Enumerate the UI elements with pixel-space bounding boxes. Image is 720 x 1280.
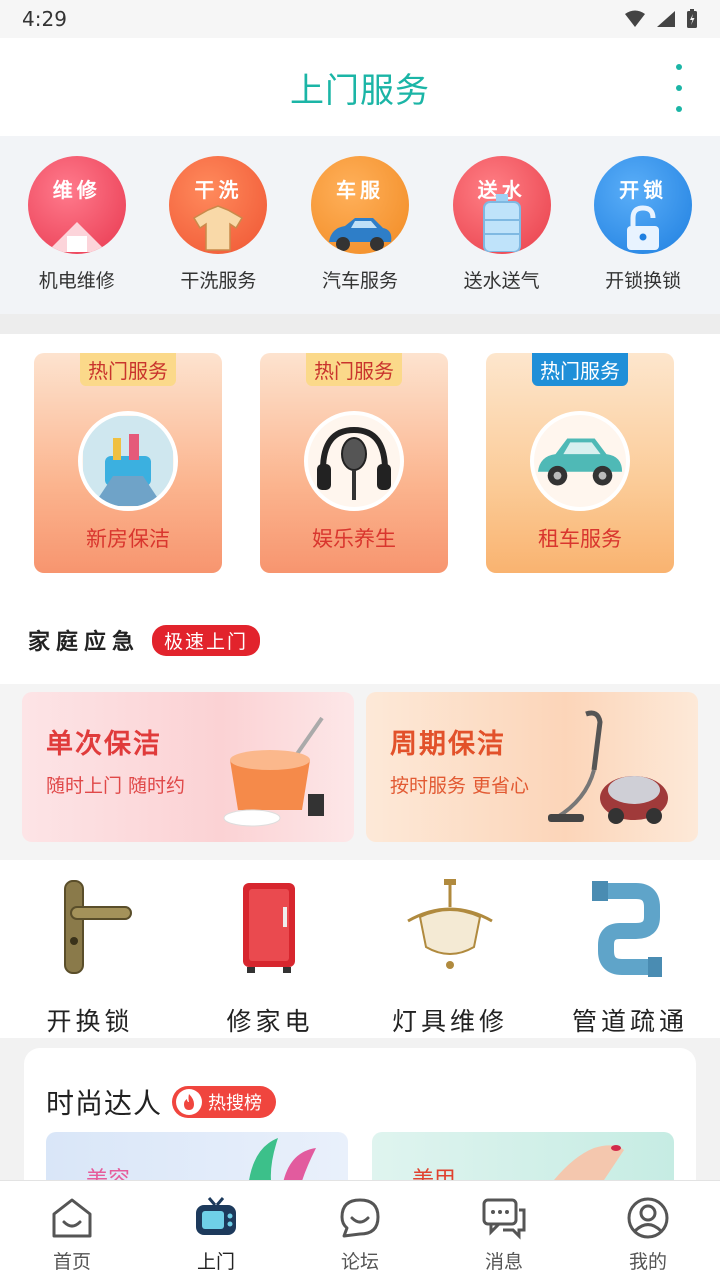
hot-label: 娱乐养生 xyxy=(312,527,396,551)
hot-tag: 热门服务 xyxy=(80,353,176,386)
nav-label: 首页 xyxy=(52,1251,91,1273)
hot-services: 热门服务 新房保洁 热门服务 娱乐养生 热门服务 租车服务 xyxy=(0,334,720,604)
category-badge: 开锁 xyxy=(619,178,668,202)
tv-icon xyxy=(196,1197,236,1235)
vacuum-cleaner-icon xyxy=(548,710,668,824)
signal-icon xyxy=(657,11,675,27)
hot-tag: 热门服务 xyxy=(306,353,402,386)
single-cleaning-card[interactable]: 单次保洁 随时上门 随时约 xyxy=(22,692,354,842)
tool-label: 开换锁 xyxy=(46,1007,134,1036)
tool-appliance-repair[interactable]: 修家电 xyxy=(180,862,360,1038)
tool-pipe-unclog[interactable]: 管道疏通 xyxy=(540,862,720,1038)
category-label: 机电维修 xyxy=(38,270,115,292)
hand-decoration-icon xyxy=(554,1145,624,1180)
tool-label: 管道疏通 xyxy=(571,1007,688,1036)
tool-lamp-repair[interactable]: 灯具维修 xyxy=(360,862,540,1038)
ceiling-lamp-icon xyxy=(407,879,493,969)
hot-label: 租车服务 xyxy=(538,527,622,551)
category-lock[interactable]: 开锁 开锁换锁 xyxy=(578,136,708,314)
chat-smile-icon xyxy=(340,1198,380,1238)
mop-bucket-icon xyxy=(223,716,324,827)
nav-label: 我的 xyxy=(628,1251,667,1273)
emergency-header: 家庭应急 极速上门 xyxy=(28,624,261,656)
category-row: 维修 机电维修 干洗 干洗服务 车服 汽车服务 送水 送水送气 开锁 开锁换锁 xyxy=(0,136,720,314)
nav-forum[interactable]: 论坛 xyxy=(288,1181,432,1280)
category-dryclean[interactable]: 干洗 干洗服务 xyxy=(153,136,283,314)
nav-profile[interactable]: 我的 xyxy=(576,1181,720,1280)
hot-tag: 热门服务 xyxy=(532,353,628,386)
message-icon xyxy=(482,1198,526,1240)
fashion-thumb-beauty[interactable]: 美容 xyxy=(46,1132,348,1180)
hot-search-label: 热搜榜 xyxy=(208,1093,263,1114)
nav-label: 论坛 xyxy=(340,1251,379,1273)
section-divider xyxy=(0,314,720,334)
bottom-nav: 首页 上门 论坛 消息 我的 xyxy=(0,1180,720,1280)
nav-onsite[interactable]: 上门 xyxy=(144,1181,288,1280)
thumb-label: 美容 xyxy=(86,1162,130,1180)
fashion-thumb-nails[interactable]: 美甲 xyxy=(372,1132,674,1180)
padlock-icon: 开锁 xyxy=(594,156,693,254)
repair-tools-row: 开换锁 修家电 灯具维修 管道疏通 xyxy=(0,862,720,1038)
hot-search-badge[interactable]: 热搜榜 xyxy=(172,1086,277,1118)
category-badge: 维修 xyxy=(52,178,101,202)
fashion-header: 时尚达人 热搜榜 xyxy=(46,1082,277,1122)
periodic-cleaning-card[interactable]: 周期保洁 按时服务 更省心 xyxy=(366,692,698,842)
category-badge: 车服 xyxy=(335,178,384,202)
shirt-icon: 干洗 xyxy=(169,156,268,254)
hot-card-entertainment[interactable]: 热门服务 娱乐养生 xyxy=(260,353,448,573)
car-icon: 车服 xyxy=(310,156,409,254)
leaf-decoration-icon xyxy=(249,1138,316,1180)
app-header: 上门服务 xyxy=(0,38,720,136)
battery-icon xyxy=(687,9,697,28)
hot-card-new-house-cleaning[interactable]: 热门服务 新房保洁 xyxy=(34,353,222,573)
express-badge: 极速上门 xyxy=(152,624,261,656)
home-icon xyxy=(52,1198,92,1238)
cleaning-supplies-icon xyxy=(78,411,178,511)
pipe-icon xyxy=(592,881,662,977)
vintage-car-icon xyxy=(530,411,630,511)
fire-icon xyxy=(176,1089,203,1115)
category-label: 干洗服务 xyxy=(180,270,257,292)
category-repair[interactable]: 维修 机电维修 xyxy=(12,136,142,314)
category-label: 汽车服务 xyxy=(321,270,398,292)
wifi-icon xyxy=(625,10,645,27)
fridge-icon xyxy=(243,883,295,973)
section-title: 时尚达人 xyxy=(46,1087,163,1120)
microphone-headphones-icon xyxy=(304,411,404,511)
nav-home[interactable]: 首页 xyxy=(0,1181,144,1280)
category-label: 开锁换锁 xyxy=(605,270,682,292)
nav-messages[interactable]: 消息 xyxy=(432,1181,576,1280)
repair-icon: 维修 xyxy=(27,156,126,254)
section-title: 家庭应急 xyxy=(28,630,141,655)
hot-label: 新房保洁 xyxy=(86,527,170,551)
tool-label: 灯具维修 xyxy=(391,1007,508,1036)
status-icons xyxy=(624,9,698,29)
category-label: 送水送气 xyxy=(463,270,540,292)
nav-label: 消息 xyxy=(484,1251,523,1273)
status-bar: 4:29 xyxy=(0,0,720,38)
thumb-label: 美甲 xyxy=(412,1162,456,1180)
door-handle-icon xyxy=(64,880,132,974)
category-water[interactable]: 送水 送水送气 xyxy=(437,136,567,314)
more-menu-icon[interactable] xyxy=(674,64,684,112)
tool-lock-change[interactable]: 开换锁 xyxy=(0,862,180,1038)
category-badge: 干洗 xyxy=(194,178,243,202)
nav-label: 上门 xyxy=(196,1251,235,1273)
cleaning-section: 单次保洁 随时上门 随时约 周期保洁 按时服务 更省心 xyxy=(0,684,720,860)
tool-label: 修家电 xyxy=(226,1007,314,1036)
water-bottle-icon: 送水 xyxy=(452,156,551,254)
page-title: 上门服务 xyxy=(290,70,430,111)
hot-card-car-rental[interactable]: 热门服务 租车服务 xyxy=(486,353,674,573)
profile-icon xyxy=(627,1197,669,1239)
category-car[interactable]: 车服 汽车服务 xyxy=(295,136,425,314)
clock: 4:29 xyxy=(22,7,67,31)
